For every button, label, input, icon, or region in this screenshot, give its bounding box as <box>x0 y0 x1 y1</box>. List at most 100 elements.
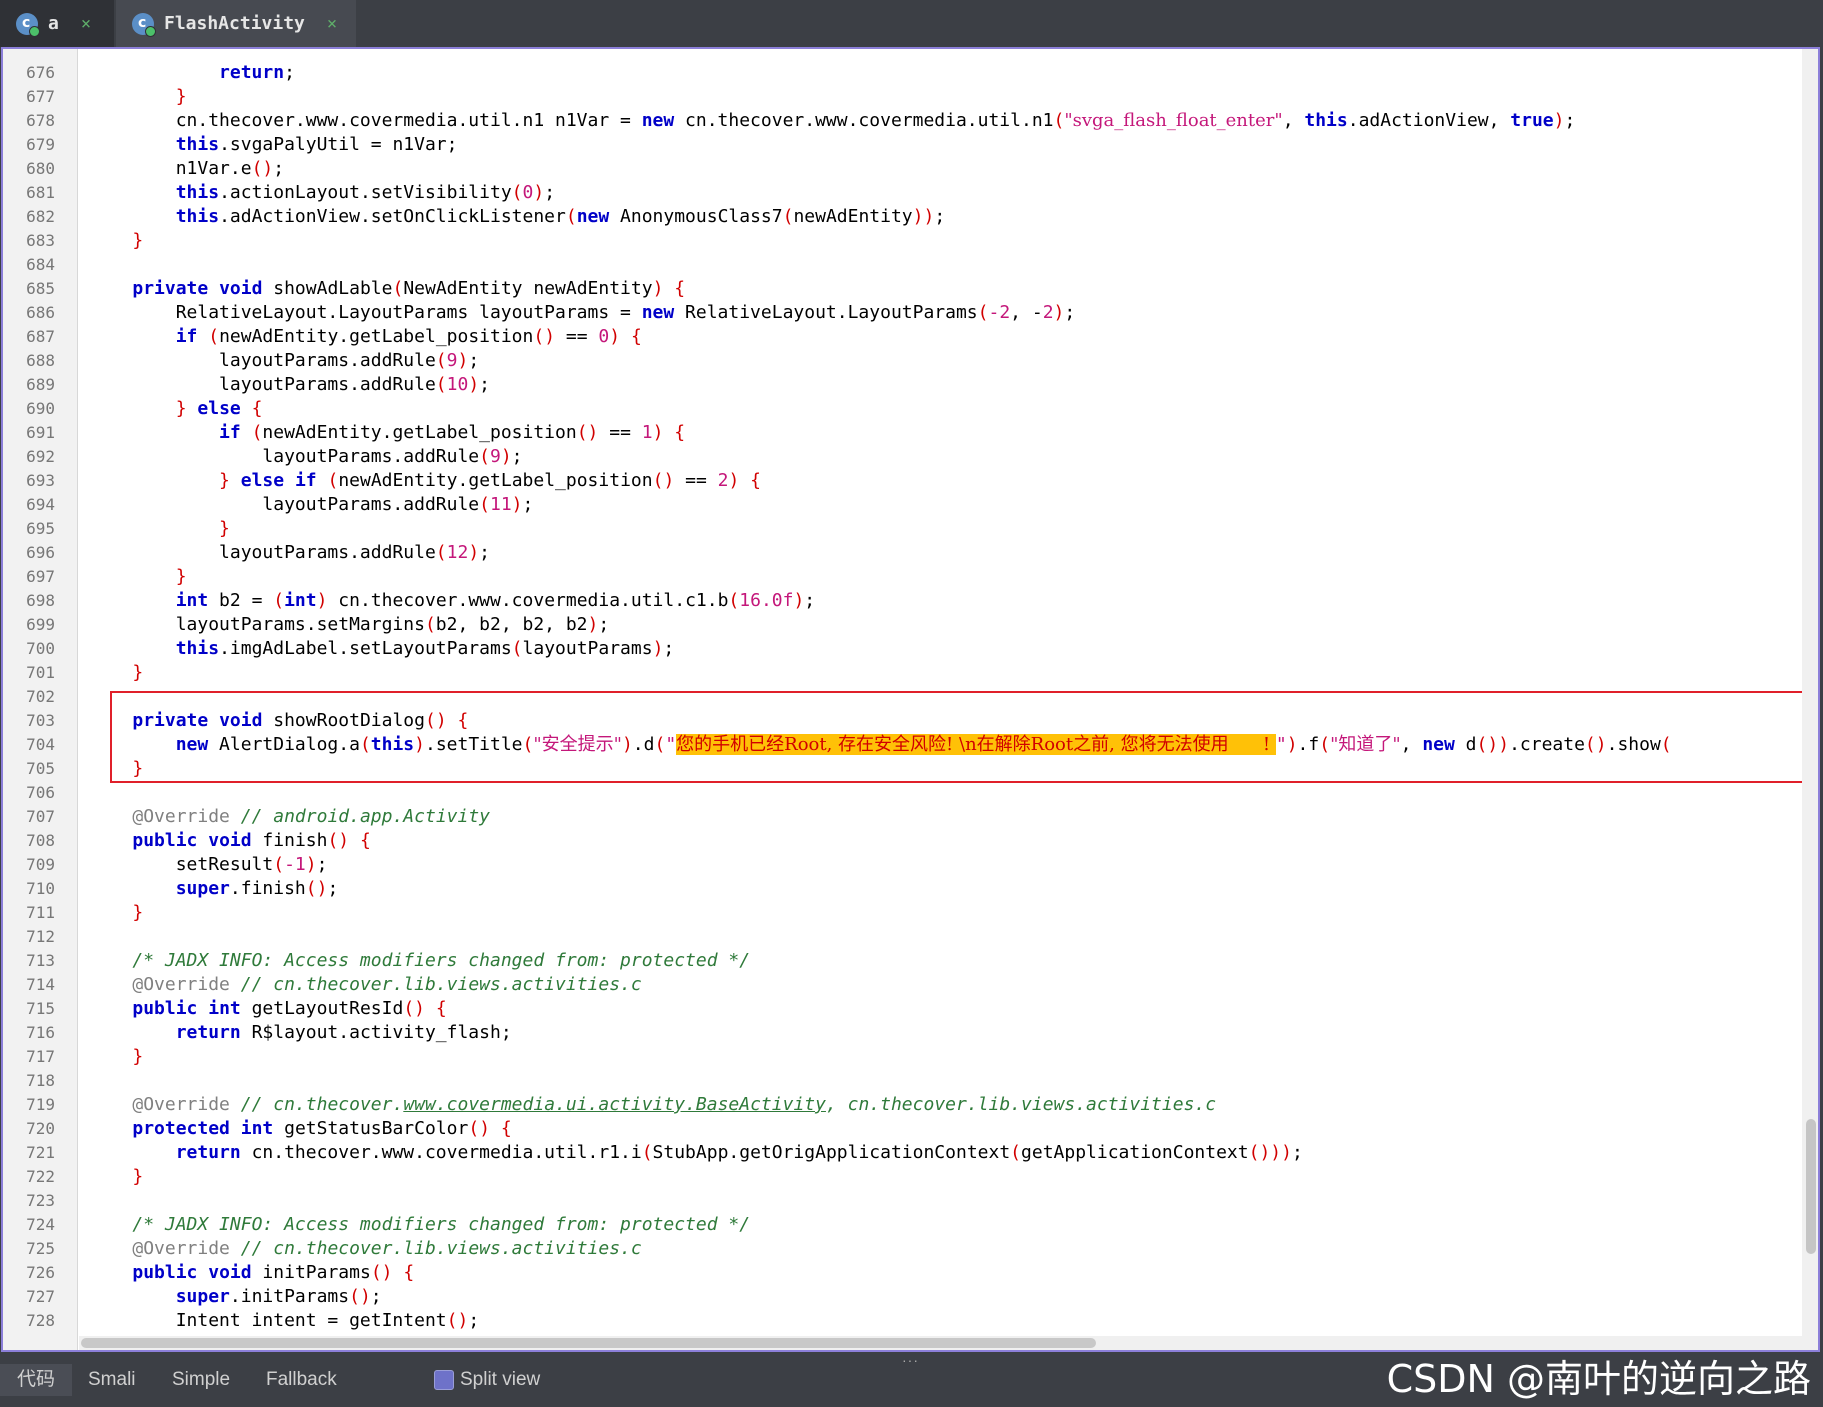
tab-simple[interactable]: Simple <box>172 1364 230 1396</box>
code-line[interactable]: 727 super.initParams(); <box>3 1285 1003 1309</box>
code-line[interactable]: 712 <box>3 925 1003 949</box>
code-text[interactable]: public int getLayoutResId() { <box>89 997 446 1021</box>
code-line[interactable]: 725 @Override // cn.thecover.lib.views.a… <box>3 1237 1003 1261</box>
code-text[interactable]: /* JADX INFO: Access modifiers changed f… <box>89 949 750 973</box>
code-text[interactable]: @Override // cn.thecover.www.covermedia.… <box>89 1093 1216 1117</box>
code-line[interactable]: 710 super.finish(); <box>3 877 1003 901</box>
horizontal-scrollbar-thumb[interactable] <box>81 1338 1096 1348</box>
code-text[interactable]: new AlertDialog.a(this).setTitle("安全提示")… <box>89 733 1672 757</box>
code-line[interactable]: 692 layoutParams.addRule(9); <box>3 445 1003 469</box>
code-text[interactable]: n1Var.e(); <box>89 157 284 181</box>
code-line[interactable]: 723 <box>3 1189 1003 1213</box>
code-text[interactable]: setResult(-1); <box>89 853 328 877</box>
code-text[interactable]: } <box>89 1045 143 1069</box>
split-view-toggle[interactable]: Split view <box>434 1364 540 1396</box>
code-line[interactable]: 728 Intent intent = getIntent(); <box>3 1309 1003 1333</box>
code-line[interactable]: 687 if (newAdEntity.getLabel_position() … <box>3 325 1003 349</box>
code-line[interactable]: 707 @Override // android.app.Activity <box>3 805 1003 829</box>
resize-grip-icon[interactable]: ··· <box>902 1352 919 1368</box>
code-line[interactable]: 690 } else { <box>3 397 1003 421</box>
code-text[interactable]: return cn.thecover.www.covermedia.util.r… <box>89 1141 1303 1165</box>
code-text[interactable]: } <box>89 517 230 541</box>
code-text[interactable]: layoutParams.addRule(9); <box>89 445 522 469</box>
code-text[interactable]: int b2 = (int) cn.thecover.www.covermedi… <box>89 589 815 613</box>
tab-flashactivity[interactable]: c FlashActivity × <box>116 0 356 47</box>
code-line[interactable]: 698 int b2 = (int) cn.thecover.www.cover… <box>3 589 1003 613</box>
code-text[interactable]: if (newAdEntity.getLabel_position() == 0… <box>89 325 642 349</box>
code-text[interactable]: public void finish() { <box>89 829 370 853</box>
code-line[interactable]: 716 return R$layout.activity_flash; <box>3 1021 1003 1045</box>
tab-smali[interactable]: Smali <box>88 1364 136 1396</box>
code-line[interactable]: 677 } <box>3 85 1003 109</box>
code-line[interactable]: 705 } <box>3 757 1003 781</box>
code-text[interactable]: } <box>89 1165 143 1189</box>
code-line[interactable]: 724 /* JADX INFO: Access modifiers chang… <box>3 1213 1003 1237</box>
code-editor[interactable]: 676 return; 677 } 678 cn.thecover.www.cove… <box>1 47 1820 1352</box>
tab-a[interactable]: c a × <box>0 0 114 47</box>
code-line[interactable]: 693 } else if (newAdEntity.getLabel_posi… <box>3 469 1003 493</box>
code-line[interactable]: 680 n1Var.e(); <box>3 157 1003 181</box>
tab-fallback[interactable]: Fallback <box>266 1364 337 1396</box>
code-text[interactable]: return; <box>89 61 295 85</box>
code-text[interactable]: } <box>89 661 143 685</box>
code-line[interactable]: 702 <box>3 685 1003 709</box>
code-line[interactable]: 685 private void showAdLable(NewAdEntity… <box>3 277 1003 301</box>
code-line[interactable]: 722 } <box>3 1165 1003 1189</box>
code-text[interactable]: } <box>89 901 143 925</box>
code-text[interactable]: return R$layout.activity_flash; <box>89 1021 512 1045</box>
code-text[interactable]: @Override // android.app.Activity <box>89 805 490 829</box>
close-icon[interactable]: × <box>327 14 337 34</box>
code-line[interactable]: 703 private void showRootDialog() { <box>3 709 1003 733</box>
code-line[interactable]: 715 public int getLayoutResId() { <box>3 997 1003 1021</box>
code-line[interactable]: 683 } <box>3 229 1003 253</box>
code-text[interactable]: super.initParams(); <box>89 1285 382 1309</box>
code-line[interactable]: 711 } <box>3 901 1003 925</box>
code-line[interactable]: 681 this.actionLayout.setVisibility(0); <box>3 181 1003 205</box>
code-line[interactable]: 679 this.svgaPalyUtil = n1Var; <box>3 133 1003 157</box>
code-line[interactable]: 696 layoutParams.addRule(12); <box>3 541 1003 565</box>
code-text[interactable]: /* JADX INFO: Access modifiers changed f… <box>89 1213 750 1237</box>
code-line[interactable]: 720 protected int getStatusBarColor() { <box>3 1117 1003 1141</box>
horizontal-scrollbar[interactable] <box>79 1336 1806 1350</box>
code-line[interactable]: 691 if (newAdEntity.getLabel_position() … <box>3 421 1003 445</box>
code-text[interactable]: this.imgAdLabel.setLayoutParams(layoutPa… <box>89 637 675 661</box>
code-text[interactable]: layoutParams.addRule(12); <box>89 541 490 565</box>
code-line[interactable]: 686 RelativeLayout.LayoutParams layoutPa… <box>3 301 1075 325</box>
code-text[interactable]: Intent intent = getIntent(); <box>89 1309 479 1333</box>
code-text[interactable]: public void initParams() { <box>89 1261 414 1285</box>
close-icon[interactable]: × <box>81 14 91 34</box>
code-line[interactable]: 694 layoutParams.addRule(11); <box>3 493 1003 517</box>
code-line[interactable]: 726 public void initParams() { <box>3 1261 1003 1285</box>
code-line[interactable]: 714 @Override // cn.thecover.lib.views.a… <box>3 973 1003 997</box>
code-line[interactable]: 709 setResult(-1); <box>3 853 1003 877</box>
code-line[interactable]: 719 @Override // cn.thecover.www.coverme… <box>3 1093 1216 1117</box>
code-line[interactable]: 700 this.imgAdLabel.setLayoutParams(layo… <box>3 637 1003 661</box>
code-text[interactable]: layoutParams.setMargins(b2, b2, b2, b2); <box>89 613 610 637</box>
code-text[interactable]: layoutParams.addRule(9); <box>89 349 479 373</box>
code-text[interactable]: @Override // cn.thecover.lib.views.activ… <box>89 1237 641 1261</box>
code-line[interactable]: 684 <box>3 253 1003 277</box>
code-text[interactable]: } <box>89 85 187 109</box>
code-text[interactable]: if (newAdEntity.getLabel_position() == 1… <box>89 421 685 445</box>
code-line[interactable]: 708 public void finish() { <box>3 829 1003 853</box>
code-line[interactable]: 688 layoutParams.addRule(9); <box>3 349 1003 373</box>
code-line[interactable]: 699 layoutParams.setMargins(b2, b2, b2, … <box>3 613 1003 637</box>
code-line[interactable]: 695 } <box>3 517 1003 541</box>
code-text[interactable]: cn.thecover.www.covermedia.util.n1 n1Var… <box>89 109 1576 133</box>
code-line[interactable]: 706 <box>3 781 1003 805</box>
code-text[interactable]: RelativeLayout.LayoutParams layoutParams… <box>89 301 1076 325</box>
vertical-scrollbar-thumb[interactable] <box>1806 1119 1816 1254</box>
code-line[interactable]: 678 cn.thecover.www.covermedia.util.n1 n… <box>3 109 1575 133</box>
code-line[interactable]: 697 } <box>3 565 1003 589</box>
code-text[interactable]: @Override // cn.thecover.lib.views.activ… <box>89 973 641 997</box>
code-text[interactable]: } else { <box>89 397 263 421</box>
code-text[interactable]: this.actionLayout.setVisibility(0); <box>89 181 555 205</box>
code-text[interactable]: protected int getStatusBarColor() { <box>89 1117 511 1141</box>
code-text[interactable]: super.finish(); <box>89 877 339 901</box>
code-line[interactable]: 701 } <box>3 661 1003 685</box>
code-text[interactable]: this.adActionView.setOnClickListener(new… <box>89 205 945 229</box>
code-line[interactable]: 682 this.adActionView.setOnClickListener… <box>3 205 1003 229</box>
code-line[interactable]: 676 return; <box>3 61 1003 85</box>
code-line[interactable]: 704 new AlertDialog.a(this).setTitle("安全… <box>3 733 1672 757</box>
code-text[interactable]: private void showAdLable(NewAdEntity new… <box>89 277 685 301</box>
